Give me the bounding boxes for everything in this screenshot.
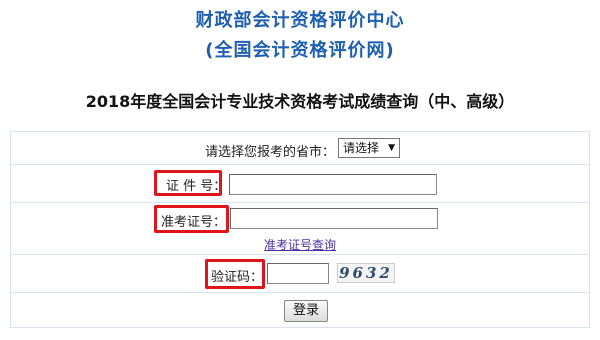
score-query-form: 请选择您报考的省市： 请选择 ▼ 证 件 号： 准考证号： 准考证号查询 验证码…: [10, 131, 590, 328]
admission-number-lookup-link[interactable]: 准考证号查询: [264, 236, 336, 253]
province-row: 请选择您报考的省市： 请选择 ▼: [11, 132, 589, 165]
org-name: 财政部会计资格评价中心: [195, 10, 405, 31]
province-label: 请选择您报考的省市：: [205, 145, 336, 160]
captcha-label: 验证码：: [211, 270, 264, 285]
captcha-input[interactable]: [267, 263, 329, 284]
id-number-label: 证 件 号：: [166, 179, 227, 194]
submit-row: 登录: [11, 293, 589, 329]
page-title: 2018年度全国会计专业技术资格考试成绩查询（中、高级）: [85, 92, 515, 111]
captcha-row: 验证码： 9632: [11, 255, 589, 293]
admission-number-row: 准考证号： 准考证号查询: [11, 203, 589, 255]
admission-number-label: 准考证号：: [161, 215, 227, 230]
org-site-name: (全国会计资格评价网): [205, 40, 395, 61]
captcha-image[interactable]: 9632: [337, 263, 395, 283]
admission-number-input[interactable]: [230, 208, 438, 229]
id-number-input[interactable]: [229, 174, 437, 195]
province-select[interactable]: 请选择 ▼: [338, 138, 400, 158]
id-number-row: 证 件 号：: [11, 165, 589, 203]
dropdown-arrow-icon: ▼: [388, 143, 395, 153]
province-select-value: 请选择: [343, 141, 380, 155]
login-button[interactable]: 登录: [284, 300, 328, 322]
